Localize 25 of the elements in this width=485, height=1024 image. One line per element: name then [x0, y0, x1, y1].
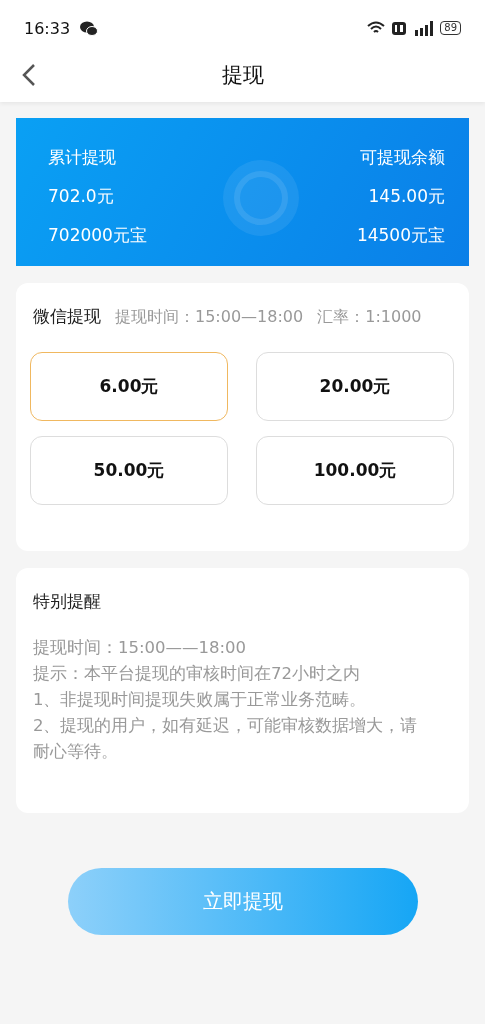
section-title: 微信提现	[33, 305, 101, 328]
status-time: 16:33	[24, 18, 71, 38]
back-icon[interactable]	[22, 63, 36, 87]
amount-option[interactable]: 20.00元	[256, 352, 454, 421]
total-coins: 702000元宝	[48, 224, 147, 247]
battery-level: 89	[440, 21, 461, 35]
notice-title: 特别提醒	[33, 590, 102, 613]
total-label: 累计提现	[48, 146, 117, 169]
notice-text: 2、提现的用户，如有延迟，可能审核数据增大，请耐心等待。	[33, 715, 419, 763]
balance-amount: 145.00元	[368, 185, 445, 208]
page-title: 提现	[221, 62, 264, 89]
exchange-rate: 汇率：1:1000	[317, 307, 422, 328]
total-amount: 702.0元	[48, 185, 115, 208]
withdraw-time: 提现时间：15:00—18:00	[115, 307, 304, 328]
balance-label: 可提现余额	[360, 146, 445, 169]
amount-option[interactable]: 6.00元	[30, 352, 228, 421]
signal-icon	[413, 20, 434, 36]
balance-coins: 14500元宝	[356, 224, 445, 247]
notice-text: 提示：本平台提现的审核时间在72小时之内	[33, 663, 361, 685]
amount-option[interactable]: 50.00元	[30, 436, 228, 505]
notice-text: 提现时间：15:00——18:00	[33, 637, 248, 659]
notice-text: 1、非提现时间提现失败属于正常业务范畴。	[33, 689, 368, 711]
chat-app-icon	[80, 20, 99, 36]
wifi-icon	[367, 21, 386, 35]
amount-option[interactable]: 100.00元	[256, 436, 454, 505]
